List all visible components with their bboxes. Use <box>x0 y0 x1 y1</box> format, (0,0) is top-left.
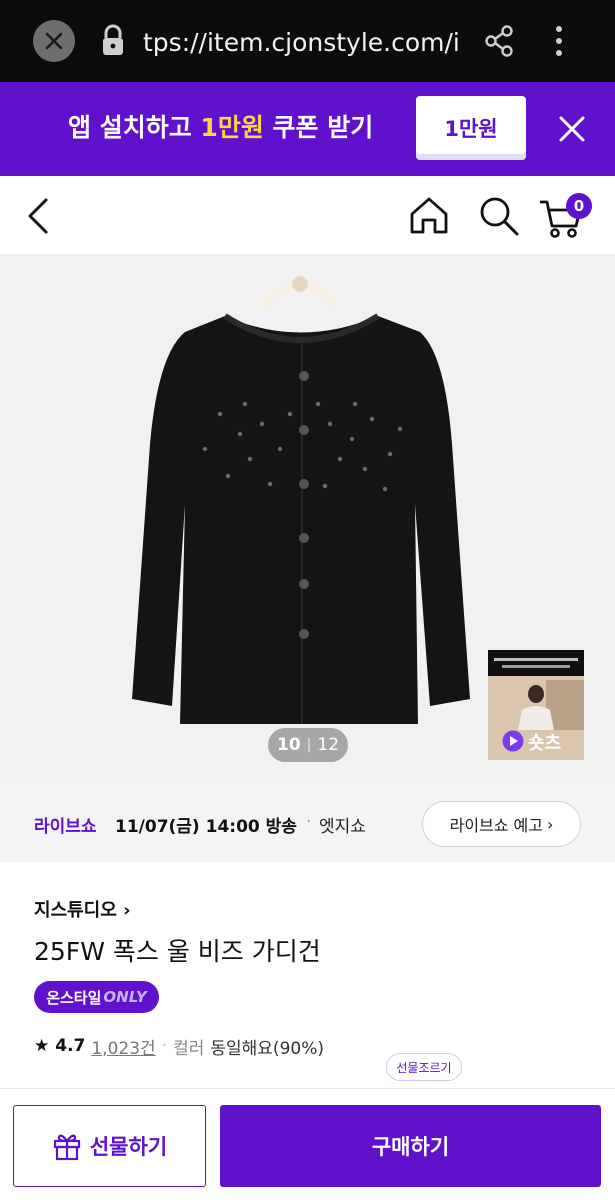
page-separator: | <box>306 737 312 753</box>
coupon-button[interactable]: 1만원 <box>416 96 526 160</box>
image-page-indicator: 10 | 12 <box>268 728 348 762</box>
buy-button[interactable]: 구매하기 <box>220 1105 601 1187</box>
chevron-right-icon: › <box>547 814 554 834</box>
live-show-preview-label: 라이브쇼 예고 <box>449 816 543 835</box>
play-icon <box>502 730 524 752</box>
review-count-link[interactable]: 1,023건 <box>91 1034 155 1059</box>
bottom-action-bar: 선물하기 구매하기 <box>0 1088 615 1200</box>
banner-text: 앱 설치하고 1만원 쿠폰 받기 <box>68 110 373 146</box>
gift-icon <box>53 1134 80 1161</box>
menu-icon[interactable] <box>552 24 566 58</box>
total-pages: 12 <box>317 735 340 755</box>
browser-toolbar: tps://item.cjonstyle.com/i <box>0 0 615 82</box>
close-icon <box>45 32 63 50</box>
close-icon[interactable] <box>555 112 589 146</box>
gift-button-label: 선물하기 <box>89 1135 168 1159</box>
search-icon[interactable] <box>477 194 521 238</box>
live-show-row: 라이브쇼 11/07(금) 14:00 방송 · 엣지쇼 라이브쇼 예고 › <box>0 784 615 862</box>
review-attribute-value: 동일해요(90%) <box>210 1038 324 1059</box>
live-show-datetime: 11/07(금) 14:00 방송 <box>115 817 297 837</box>
gift-button[interactable]: 선물하기 <box>13 1105 206 1187</box>
rating-score: 4.7 <box>55 1036 86 1056</box>
shorts-video-thumbnail[interactable]: 숏츠 <box>488 650 584 760</box>
live-show-preview-button[interactable]: 라이브쇼 예고 › <box>422 801 581 847</box>
star-icon: ★ <box>34 1036 50 1056</box>
chevron-right-icon: › <box>123 900 131 921</box>
separator-dot: · <box>161 1036 168 1056</box>
back-icon[interactable] <box>24 196 52 236</box>
banner-text-suffix: 쿠폰 받기 <box>263 113 374 142</box>
gift-request-tooltip[interactable]: 선물조르기 <box>386 1053 462 1081</box>
product-image-gallery[interactable]: 10 | 12 숏츠 <box>0 254 615 784</box>
onstyle-only-badge: 온스타일 ONLY <box>34 981 159 1013</box>
live-show-label: 라이브쇼 <box>34 817 97 837</box>
badge-only: ONLY <box>103 988 147 1006</box>
shorts-label: 숏츠 <box>528 733 562 754</box>
rating-row: ★ 4.7 1,023건 · 컬러 동일해요(90%) <box>34 1034 324 1059</box>
close-tab-button[interactable] <box>33 20 75 62</box>
share-icon[interactable] <box>484 25 514 57</box>
brand-name: 지스튜디오 <box>34 900 117 921</box>
review-attribute-label: 컬러 <box>173 1038 205 1059</box>
app-install-banner[interactable]: 앱 설치하고 1만원 쿠폰 받기 1만원 <box>0 82 615 176</box>
header-nav <box>0 176 615 254</box>
banner-text-prefix: 앱 설치하고 <box>68 113 201 142</box>
live-show-brand: 엣지쇼 <box>319 817 366 837</box>
badge-prefix: 온스타일 <box>46 988 102 1007</box>
brand-link[interactable]: 지스튜디오 › <box>34 896 131 922</box>
url-bar[interactable]: tps://item.cjonstyle.com/i <box>143 26 458 60</box>
separator-dot: · <box>306 812 312 832</box>
current-page: 10 <box>276 735 301 755</box>
lock-icon <box>103 24 123 55</box>
home-icon[interactable] <box>408 194 450 236</box>
cart-count-badge: 0 <box>566 193 592 219</box>
product-title: 25FW 폭스 울 비즈 가디건 <box>34 937 321 966</box>
banner-text-highlight: 1만원 <box>200 113 264 142</box>
